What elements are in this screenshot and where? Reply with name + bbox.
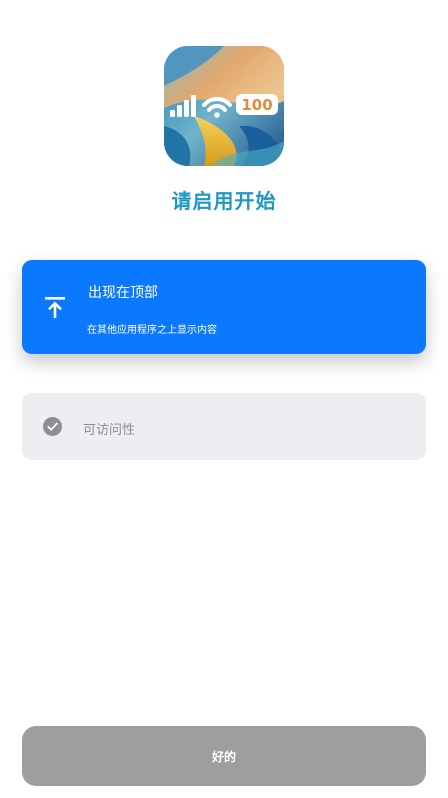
accessibility-permission-option[interactable]: 可访问性 [22, 393, 426, 460]
app-icon: 100 [164, 46, 284, 166]
accessibility-option-label: 可访问性 [83, 423, 136, 438]
arrow-to-top-icon [42, 294, 68, 320]
check-circle-icon [43, 417, 62, 436]
overlay-option-label: 出现在顶部 [88, 285, 158, 301]
page-title: 请启用开始 [171, 189, 277, 213]
ok-button[interactable]: 好的 [22, 726, 426, 786]
overlay-permission-option[interactable]: 出现在顶部 在其他应用程序之上显示内容 [22, 260, 426, 354]
overlay-option-description: 在其他应用程序之上显示内容 [87, 325, 217, 336]
battery-text: 100 [241, 96, 272, 114]
